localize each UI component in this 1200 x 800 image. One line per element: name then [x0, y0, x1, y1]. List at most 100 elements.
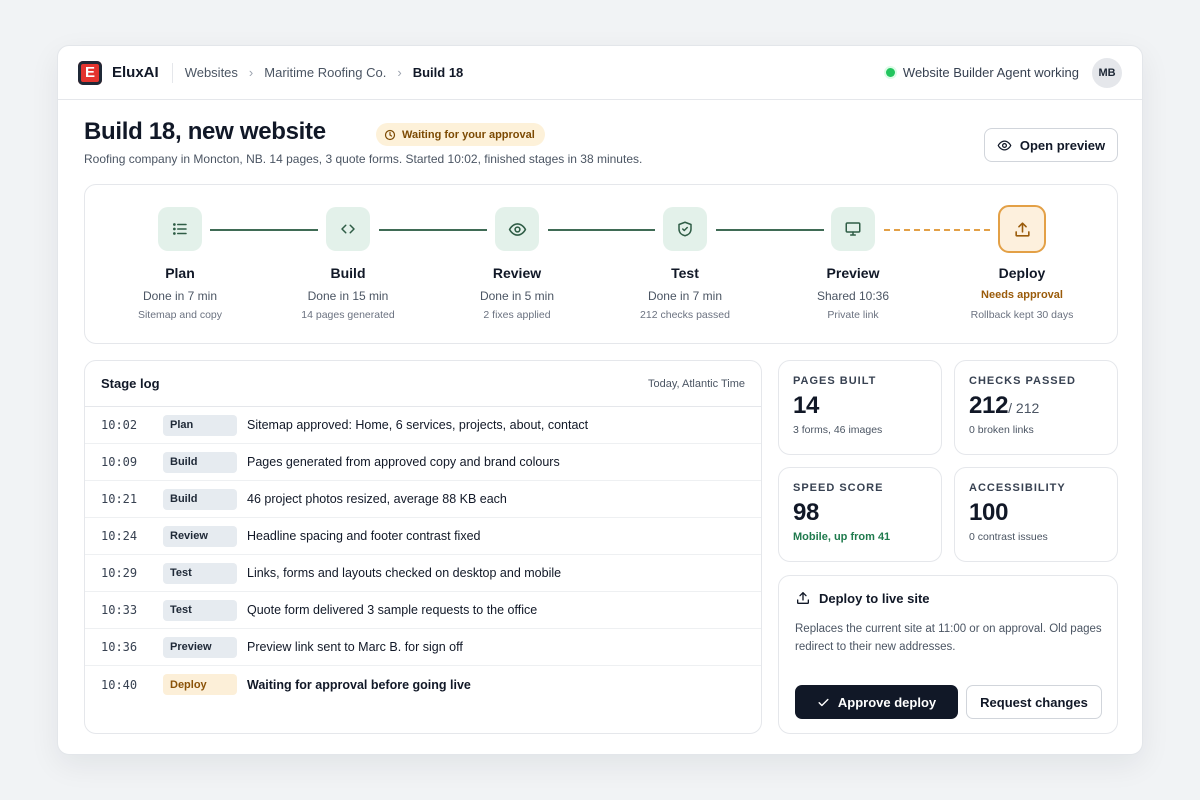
step-name: Preview	[826, 265, 880, 281]
step-test-icon-box	[663, 207, 707, 251]
stage-log-header: Stage log Today, Atlantic Time	[85, 361, 761, 407]
breadcrumb-current: Build 18	[412, 65, 464, 80]
step-name: Build	[330, 265, 366, 281]
app-window: E EluxAI Websites › Maritime Roofing Co.…	[57, 45, 1143, 755]
eye-icon	[508, 222, 526, 236]
metric-label: CHECKS PASSED	[969, 375, 1076, 387]
step-detail: Sitemap and copy	[137, 309, 223, 321]
step-status: Done in 7 min	[647, 289, 723, 303]
connector-done	[210, 229, 318, 231]
deploy-card-description: Replaces the current site at 11:00 or on…	[795, 623, 1102, 653]
breadcrumb-client[interactable]: Maritime Roofing Co.	[264, 65, 386, 80]
monitor-icon	[845, 222, 861, 236]
deploy-card: Deploy to live site Replaces the current…	[778, 575, 1118, 734]
avatar[interactable]: MB	[1092, 57, 1122, 88]
step-status: Needs approval	[981, 289, 1063, 301]
step-status: Done in 15 min	[307, 289, 389, 303]
metric-note: 0 contrast issues	[969, 531, 1048, 543]
step-plan-icon-box	[158, 207, 202, 251]
stage-log-date: Today, Atlantic Time	[647, 377, 745, 390]
request-changes-button[interactable]: Request changes	[966, 685, 1102, 719]
page-subtitle: Roofing company in Moncton, NB. 14 pages…	[84, 152, 643, 166]
log-time: 10:33	[101, 603, 138, 617]
breadcrumb-websites[interactable]: Websites	[185, 65, 238, 80]
top-bar: E EluxAI Websites › Maritime Roofing Co.…	[58, 46, 1142, 100]
step-status: Shared 10:36	[816, 289, 890, 303]
metric-pages-built: PAGES BUILT 14 3 forms, 46 images	[778, 360, 942, 455]
metric-label: SPEED SCORE	[793, 482, 884, 494]
log-time: 10:40	[101, 677, 138, 692]
check-icon	[818, 698, 829, 706]
metric-note: 0 broken links	[969, 424, 1034, 436]
status-badge: Waiting for your approval	[376, 123, 545, 146]
metric-label: ACCESSIBILITY	[969, 482, 1066, 494]
divider	[171, 62, 173, 83]
open-preview-button[interactable]: Open preview	[984, 128, 1118, 162]
table-row: 10:24 Review Headline spacing and footer…	[85, 518, 761, 555]
open-preview-label: Open preview	[1019, 137, 1106, 153]
table-row: 10:02 Plan Sitemap approved: Home, 6 ser…	[85, 407, 761, 444]
log-message: 46 project photos resized, average 88 KB…	[247, 492, 507, 506]
approve-deploy-button[interactable]: Approve deploy	[795, 685, 958, 719]
log-message: Pages generated from approved copy and b…	[247, 455, 560, 469]
stage-tag: Plan	[163, 414, 237, 436]
code-icon	[341, 224, 355, 234]
step-detail: 14 pages generated	[301, 309, 395, 321]
status-dot-icon	[885, 68, 895, 77]
metric-value: 212	[969, 392, 1009, 419]
step-review-icon-box	[495, 207, 539, 251]
metric-value: 100	[969, 499, 1009, 526]
deploy-card-title: Deploy to live site	[795, 590, 930, 606]
step-status: Done in 5 min	[479, 289, 555, 303]
log-time: 10:24	[101, 529, 138, 543]
upload-icon	[1014, 221, 1030, 237]
agent-status-text: Website Builder Agent working	[902, 65, 1079, 80]
table-row: 10:29 Test Links, forms and layouts chec…	[85, 555, 761, 592]
step-name: Plan	[165, 265, 195, 281]
deploy-card-title-label: Deploy to live site	[819, 590, 930, 606]
metric-value: 14	[793, 392, 820, 419]
log-time: 10:36	[101, 640, 138, 654]
upload-icon	[797, 592, 809, 604]
step-deploy-icon-box	[998, 205, 1046, 253]
step-status: Done in 7 min	[142, 289, 218, 303]
log-message: Quote form delivered 3 sample requests t…	[247, 603, 538, 617]
list-icon	[173, 223, 187, 235]
step-detail: Private link	[827, 309, 879, 321]
log-message: Links, forms and layouts checked on desk…	[247, 566, 562, 580]
stage-tag: Build	[163, 488, 237, 510]
log-time: 10:29	[101, 566, 138, 580]
metric-value-line: 212/ 212	[969, 392, 1103, 420]
stage-tag: Test	[163, 599, 237, 621]
agent-status-area: Website Builder Agent working MB	[885, 57, 1122, 88]
approve-deploy-label: Approve deploy	[837, 694, 937, 710]
stage-tag: Test	[163, 562, 237, 584]
log-time: 10:02	[101, 418, 138, 432]
log-message: Waiting for approval before going live	[247, 677, 471, 692]
stage-log-rows: 10:02 Plan Sitemap approved: Home, 6 ser…	[85, 407, 761, 703]
log-message: Preview link sent to Marc B. for sign of…	[247, 640, 463, 654]
table-row: 10:21 Build 46 project photos resized, a…	[85, 481, 761, 518]
status-badge-label: Waiting for your approval	[402, 128, 535, 141]
stage-tag: Build	[163, 451, 237, 473]
metric-speed-score: SPEED SCORE 98 Mobile, up from 41	[778, 467, 942, 562]
metric-value: 98	[793, 499, 820, 526]
stage-log-panel: Stage log Today, Atlantic Time 10:02 Pla…	[84, 360, 762, 734]
app-logo[interactable]: E	[78, 60, 102, 85]
log-time: 10:09	[101, 455, 138, 469]
app-name[interactable]: EluxAI	[112, 64, 159, 81]
metric-note: 3 forms, 46 images	[793, 424, 883, 436]
pipeline-stepper: Plan Done in 7 min Sitemap and copy Buil…	[84, 184, 1118, 344]
clock-icon	[384, 129, 396, 140]
shield-check-icon	[678, 221, 692, 237]
metric-total: / 212	[1008, 400, 1040, 416]
chevron-right-icon: ›	[248, 65, 254, 80]
connector-done	[379, 229, 487, 231]
log-time: 10:21	[101, 492, 138, 506]
metric-checks-passed: CHECKS PASSED 212/ 212 0 broken links	[954, 360, 1118, 455]
table-row: 10:33 Test Quote form delivered 3 sample…	[85, 592, 761, 629]
step-name: Deploy	[998, 265, 1046, 281]
step-detail: 2 fixes applied	[483, 309, 551, 321]
log-message: Sitemap approved: Home, 6 services, proj…	[247, 418, 589, 432]
eye-icon	[997, 140, 1012, 150]
